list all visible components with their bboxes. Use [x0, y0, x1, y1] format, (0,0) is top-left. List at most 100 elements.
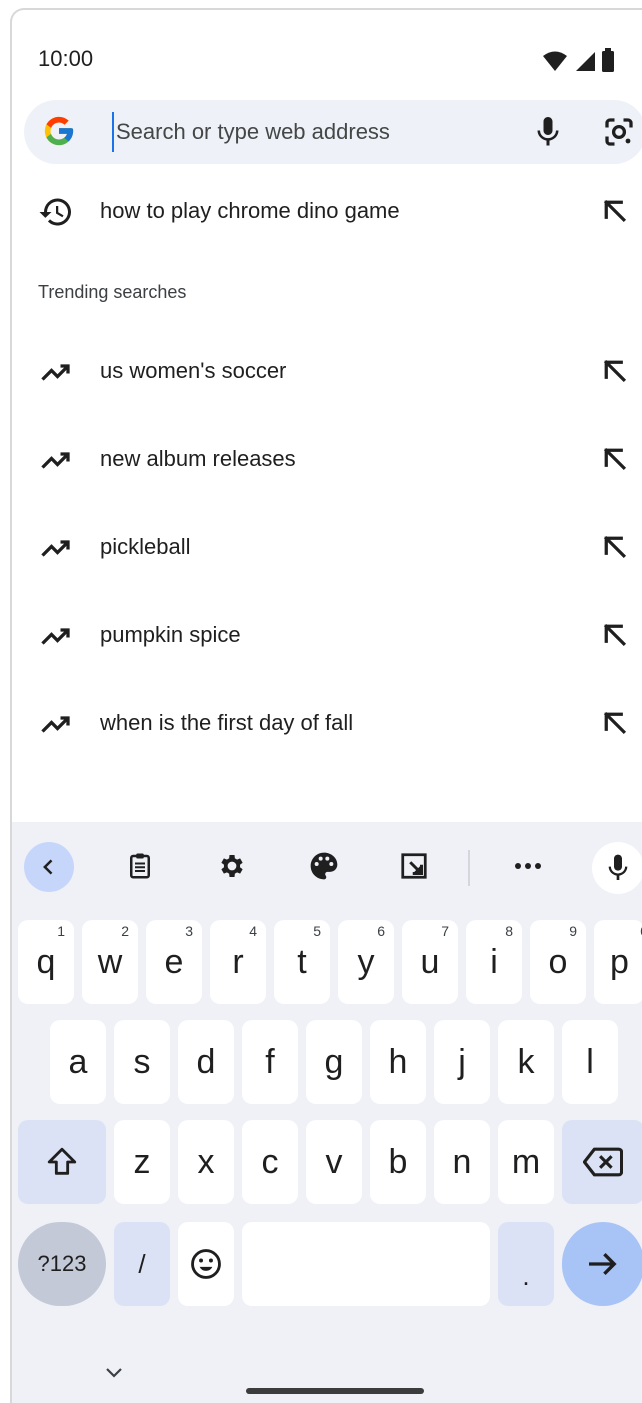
palette-icon [310, 852, 338, 880]
refine-arrow-icon[interactable] [600, 356, 630, 386]
shift-key[interactable] [18, 1120, 106, 1204]
keyboard-toolbar [12, 822, 642, 906]
suggestion-text: new album releases [100, 446, 296, 471]
key-char: e [164, 942, 184, 981]
search-input[interactable] [112, 112, 502, 152]
gear-icon [221, 855, 243, 877]
trending-icon [41, 452, 70, 469]
key-char: m [511, 1142, 541, 1181]
trending-item[interactable]: when is the first day of fall [12, 688, 642, 758]
trending-header: Trending searches [38, 282, 187, 302]
home-indicator[interactable] [246, 1388, 424, 1394]
clipboard-icon [130, 853, 150, 879]
key[interactable]: g [306, 1020, 362, 1104]
key-hint: 4 [249, 923, 257, 939]
key-char: g [324, 1042, 344, 1081]
key[interactable]: d [178, 1020, 234, 1104]
refine-arrow-icon[interactable] [600, 444, 630, 474]
key[interactable]: i8 [466, 920, 522, 1004]
keyboard-settings-button[interactable] [212, 846, 252, 886]
trending-item[interactable]: us women's soccer [12, 336, 642, 406]
key-char: l [586, 1042, 594, 1081]
slash-key[interactable]: / [114, 1222, 170, 1306]
suggestion-text: pickleball [100, 534, 191, 559]
key-hint: 8 [505, 923, 513, 939]
key-char: w [97, 942, 123, 981]
key-char: y [357, 942, 375, 981]
key[interactable]: u7 [402, 920, 458, 1004]
key[interactable]: q1 [18, 920, 74, 1004]
key[interactable]: h [370, 1020, 426, 1104]
key[interactable]: c [242, 1120, 298, 1204]
toolbar-divider [468, 850, 470, 886]
key[interactable]: v [306, 1120, 362, 1204]
keyboard-voice-button[interactable] [592, 842, 642, 894]
key[interactable]: a [50, 1020, 106, 1104]
trending-item[interactable]: new album releases [12, 424, 642, 494]
clipboard-button[interactable] [120, 846, 160, 886]
key[interactable]: n [434, 1120, 490, 1204]
toolbar-back-button[interactable] [24, 842, 74, 892]
period-key[interactable]: . [498, 1222, 554, 1306]
key-char: n [452, 1142, 472, 1181]
enter-key[interactable] [562, 1222, 642, 1306]
refine-arrow-icon[interactable] [600, 532, 630, 562]
key-char: c [261, 1142, 279, 1181]
space-key[interactable] [242, 1222, 490, 1306]
key[interactable]: w2 [82, 920, 138, 1004]
backspace-icon [583, 1147, 623, 1177]
key-hint: 2 [121, 923, 129, 939]
key-hint: 9 [569, 923, 577, 939]
key[interactable]: o9 [530, 920, 586, 1004]
suggestion-text: pumpkin spice [100, 622, 241, 647]
trending-icon [41, 628, 70, 645]
resize-icon [401, 853, 427, 879]
key[interactable]: t5 [274, 920, 330, 1004]
key-char: p [610, 942, 629, 981]
symbols-key[interactable]: ?123 [18, 1222, 106, 1306]
camera-lens-icon [605, 118, 633, 146]
emoji-key[interactable] [178, 1222, 234, 1306]
theme-button[interactable] [304, 846, 344, 886]
more-options-button[interactable] [508, 846, 548, 886]
key-hint: 5 [313, 923, 321, 939]
trending-item[interactable]: pumpkin spice [12, 600, 642, 670]
more-horizontal-icon [515, 863, 541, 869]
key-char: d [196, 1042, 216, 1081]
history-icon [39, 198, 71, 226]
key[interactable]: l [562, 1020, 618, 1104]
backspace-key[interactable] [562, 1120, 642, 1204]
key[interactable]: p0 [594, 920, 642, 1004]
key[interactable]: z [114, 1120, 170, 1204]
key-char: h [388, 1042, 408, 1081]
key-char: ?123 [37, 1251, 87, 1276]
google-logo-icon [44, 116, 74, 146]
key-hint: 3 [185, 923, 193, 939]
microphone-icon [537, 117, 559, 146]
key[interactable]: k [498, 1020, 554, 1104]
key[interactable]: y6 [338, 920, 394, 1004]
chevron-down-icon[interactable] [104, 1366, 124, 1380]
suggestion-history[interactable]: how to play chrome dino game [12, 176, 642, 246]
trending-icon [41, 540, 70, 557]
key[interactable]: j [434, 1020, 490, 1104]
refine-arrow-icon[interactable] [600, 620, 630, 650]
key[interactable]: f [242, 1020, 298, 1104]
key[interactable]: s [114, 1020, 170, 1104]
key[interactable]: b [370, 1120, 426, 1204]
refine-arrow-icon[interactable] [600, 708, 630, 738]
key[interactable]: m [498, 1120, 554, 1204]
key-char: x [197, 1142, 215, 1181]
key-char: v [325, 1142, 343, 1181]
lens-search-button[interactable] [600, 114, 638, 150]
omnibox[interactable] [24, 100, 642, 164]
key[interactable]: x [178, 1120, 234, 1204]
floating-keyboard-button[interactable] [394, 846, 434, 886]
key-char: f [265, 1042, 275, 1081]
key-hint: 7 [441, 923, 449, 939]
key[interactable]: r4 [210, 920, 266, 1004]
trending-item[interactable]: pickleball [12, 512, 642, 582]
refine-arrow-icon[interactable] [600, 196, 630, 226]
voice-search-button[interactable] [530, 114, 566, 150]
key[interactable]: e3 [146, 920, 202, 1004]
